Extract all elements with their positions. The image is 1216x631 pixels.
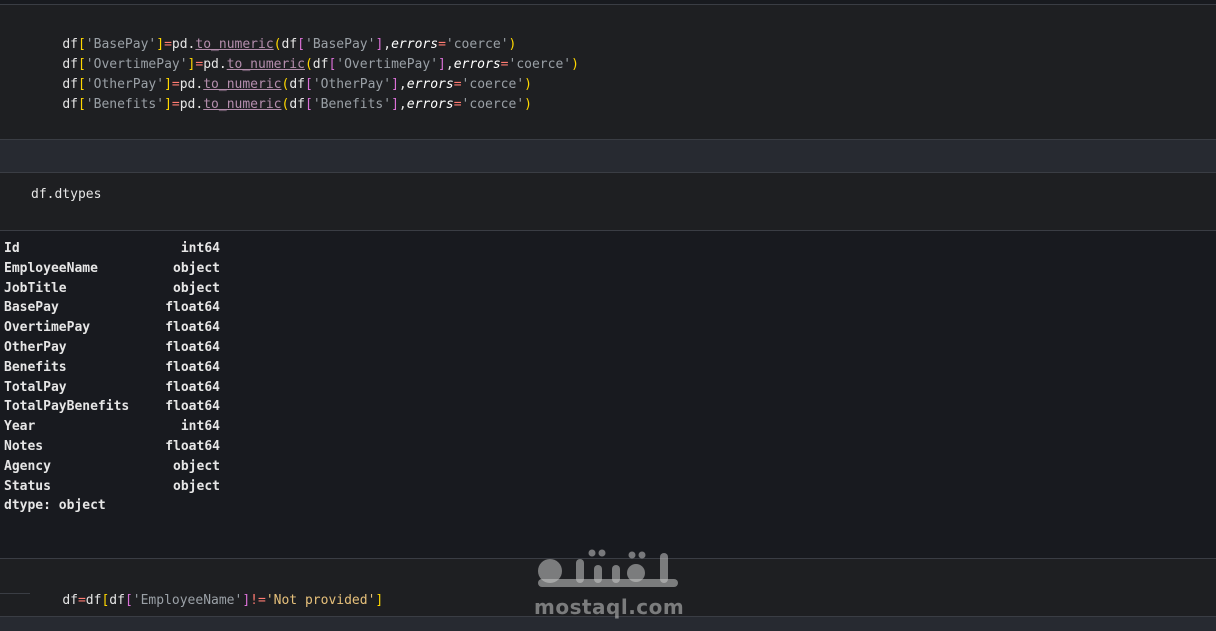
code-line-basepay[interactable]: df['BasePay']=pd.to_numeric(df['BasePay'… xyxy=(31,15,516,52)
output-row: Status object xyxy=(4,477,220,497)
mostaql-watermark: mostaql.com xyxy=(532,545,684,620)
output-column-dtype: int64 xyxy=(180,241,220,256)
output-row: Notes float64 xyxy=(4,437,220,457)
output-row: OtherPay float64 xyxy=(4,338,220,358)
output-column-dtype: float64 xyxy=(165,379,220,395)
output-row: TotalPayBenefits float64 xyxy=(4,397,220,417)
output-dtype-footer: dtype: object xyxy=(4,498,106,513)
output-column-dtype: float64 xyxy=(165,399,220,415)
output-row: TotalPay float64 xyxy=(4,378,220,398)
output-column-dtype: int64 xyxy=(180,419,220,435)
output-row: OvertimePay float64 xyxy=(4,318,220,338)
output-row: Id int64 xyxy=(4,239,220,259)
code-cell-to-numeric[interactable]: df['BasePay']=pd.to_numeric(df['BasePay'… xyxy=(0,4,1216,140)
output-column-dtype: object xyxy=(173,260,220,276)
output-row: Benefits float64 xyxy=(4,358,220,378)
output-row: Year int64 xyxy=(4,417,220,437)
output-row: EmployeeName object xyxy=(4,259,220,279)
output-column-dtype: float64 xyxy=(165,320,220,336)
code-line-overtimepay[interactable]: df['OvertimePay']=pd.to_numeric(df['Over… xyxy=(31,35,579,72)
code-line-benefits[interactable]: df['Benefits']=pd.to_numeric(df['Benefit… xyxy=(31,75,532,112)
watermark-text: mostaql.com xyxy=(534,595,685,619)
output-row: BasePay float64 xyxy=(4,298,220,318)
output-column-dtype: object xyxy=(173,478,220,494)
output-column-dtype: object xyxy=(173,280,220,296)
output-column-dtype: object xyxy=(173,458,220,474)
output-column-dtype: float64 xyxy=(165,359,220,375)
output-column-dtype: float64 xyxy=(165,340,220,355)
code-line-dtypes[interactable]: df.dtypes xyxy=(31,185,101,205)
output-column-dtype: float64 xyxy=(165,300,220,316)
mostaql-logo-icon xyxy=(538,549,678,587)
output-column-dtype: float64 xyxy=(165,439,220,454)
code-cell-dtypes[interactable]: df.dtypes xyxy=(0,172,1216,231)
dtypes-output: Id int64 EmployeeName object JobTitle object B… xyxy=(0,231,1216,558)
output-row: JobTitle object xyxy=(4,279,220,299)
code-line-otherpay[interactable]: df['OtherPay']=pd.to_numeric(df['OtherPa… xyxy=(31,55,532,92)
code-line-filter[interactable]: df=df[df['EmployeeName']!='Not provided'… xyxy=(31,571,383,608)
cell-separator xyxy=(0,140,1216,172)
output-row: Agency object xyxy=(4,457,220,477)
cell-gutter-marker xyxy=(0,593,30,594)
